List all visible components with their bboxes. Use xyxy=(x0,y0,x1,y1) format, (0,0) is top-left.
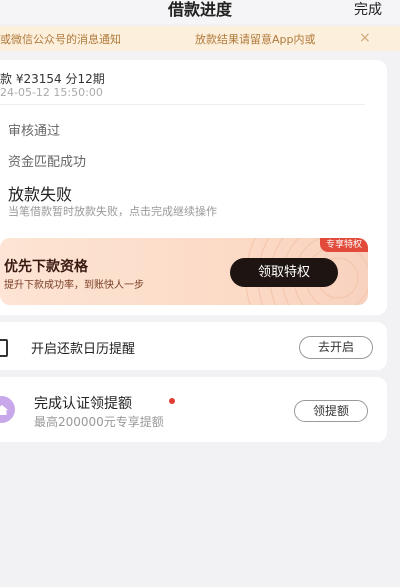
page-title: 借款进度 xyxy=(167,0,232,19)
exclusive-badge: 专享特权 xyxy=(319,238,368,252)
claim-privilege-button[interactable]: 领取特权 xyxy=(230,258,338,287)
step-failed-description: 当笔借款暂时放款失败，点击完成继续操作 xyxy=(8,205,217,218)
credit-increase-subtitle: 最高200000元专享提额 xyxy=(34,415,164,429)
credit-increase-title: 完成认证领提额 xyxy=(34,396,132,412)
notice-text-right: 放款结果请留意App内或 xyxy=(195,33,316,46)
notification-dot xyxy=(169,398,175,404)
calendar-icon xyxy=(0,339,8,357)
calendar-reminder-label: 开启还款日历提醒 xyxy=(31,342,136,357)
divider xyxy=(0,104,365,105)
notice-bar: 或微信公众号的消息通知 放款结果请留意App内或 × xyxy=(0,26,400,51)
notice-text-left: 或微信公众号的消息通知 xyxy=(0,33,121,46)
priority-promo-banner: 专享特权 优先下款资格 提升下款成功率，到账快人一步 领取特权 xyxy=(0,238,368,305)
promo-title: 优先下款资格 xyxy=(4,259,88,275)
claim-credit-button[interactable]: 领提额 xyxy=(294,400,368,422)
step-fund-matched: 资金匹配成功 xyxy=(8,155,87,170)
promo-subtitle: 提升下款成功率，到账快人一步 xyxy=(4,280,144,291)
done-button[interactable]: 完成 xyxy=(354,1,382,19)
loan-datetime: 24-05-12 15:50:00 xyxy=(0,86,103,99)
enable-reminder-button[interactable]: 去开启 xyxy=(299,336,373,359)
step-disbursement-failed: 放款失败 xyxy=(8,185,73,204)
close-icon[interactable]: × xyxy=(359,29,371,47)
loan-amount: 款 ¥23154 分12期 xyxy=(0,72,105,86)
step-review-passed: 审核通过 xyxy=(8,124,61,139)
